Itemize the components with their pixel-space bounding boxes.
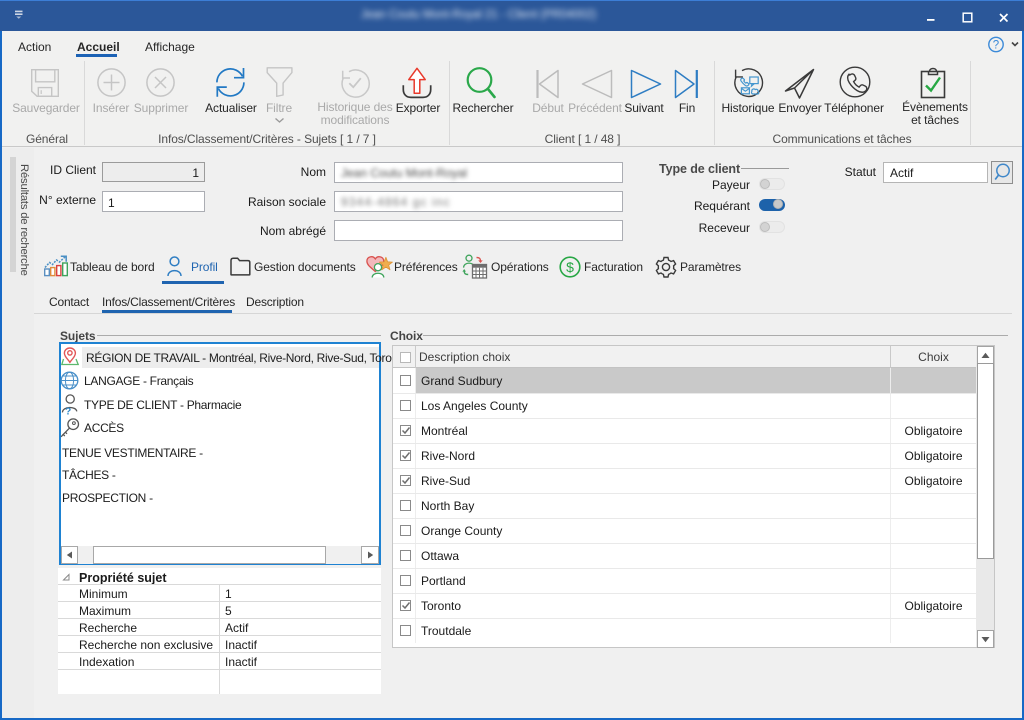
svg-text:?: ? [65,406,71,417]
svg-text:$: $ [566,259,574,275]
